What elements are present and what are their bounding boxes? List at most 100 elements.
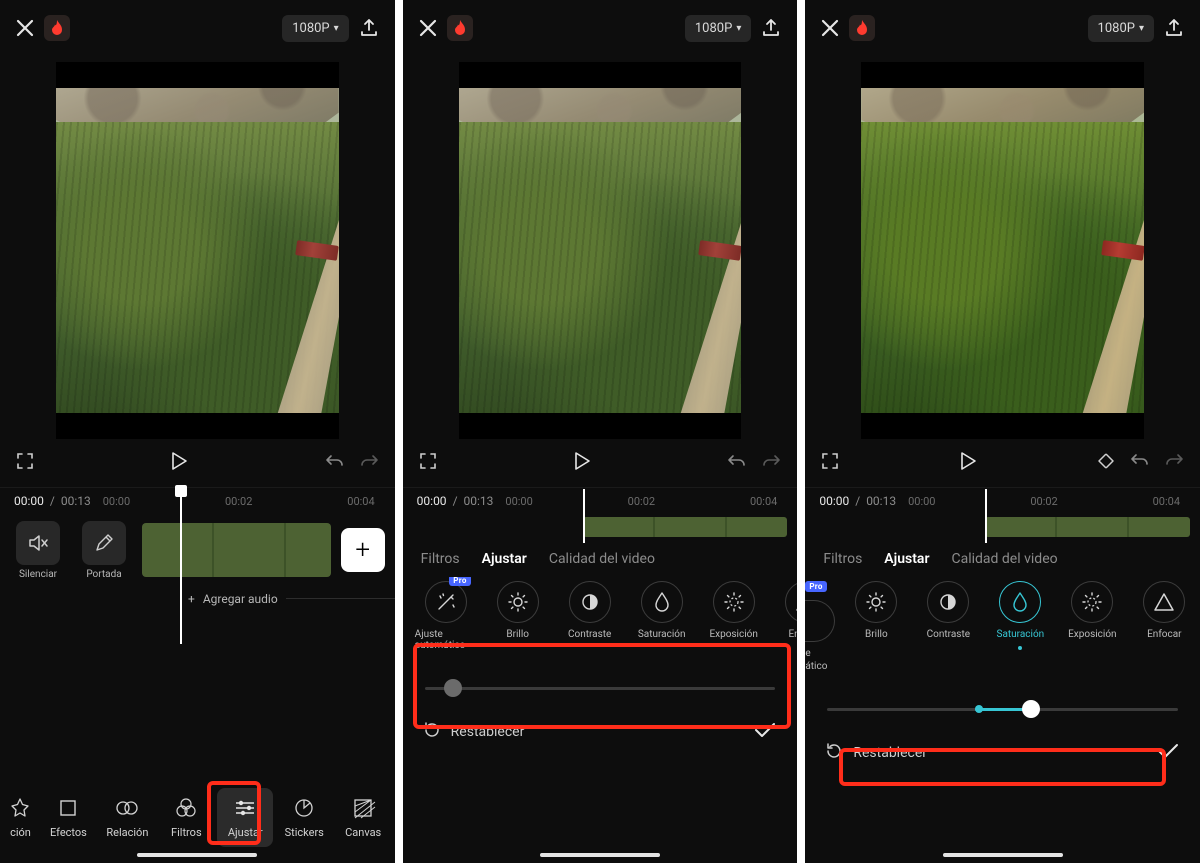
export-button[interactable] (761, 18, 781, 38)
mini-clip-strip[interactable] (985, 517, 1190, 537)
tab-ajustar[interactable]: Ajustar (482, 551, 527, 567)
resolution-dropdown[interactable]: 1080P▾ (685, 15, 751, 42)
play-button[interactable] (171, 452, 187, 474)
close-button[interactable] (419, 19, 437, 37)
value-slider[interactable] (425, 679, 776, 697)
adjust-triangle[interactable]: Enfocar (775, 581, 798, 651)
reset-icon (825, 742, 843, 764)
add-audio-row[interactable]: + Agregar audio (0, 584, 395, 606)
tab-calidad[interactable]: Calidad del video (952, 551, 1058, 567)
tab-filtros[interactable]: Filtros (823, 551, 862, 567)
timeline-header: 00:00 / 00:13 00:00 00:02 00:04 (0, 487, 395, 515)
triangle-icon (785, 581, 798, 623)
redo-button[interactable] (761, 453, 781, 472)
adjust-contrast[interactable]: Contraste (917, 581, 979, 672)
playhead[interactable] (985, 489, 987, 543)
confirm-button[interactable] (753, 721, 777, 743)
star-icon (9, 796, 31, 820)
reset-label[interactable]: Restablecer (853, 745, 927, 761)
playhead[interactable] (180, 487, 182, 644)
resolution-dropdown[interactable]: 1080P ▾ (282, 15, 348, 42)
nav-stickers[interactable]: Stickers (276, 796, 332, 839)
cover-button[interactable]: Portada (76, 521, 132, 580)
triangle-icon (1143, 581, 1185, 623)
nav-filtros[interactable]: Filtros (158, 796, 214, 839)
mini-clip-strip[interactable] (583, 517, 788, 537)
reset-label[interactable]: Restablecer (451, 724, 525, 740)
fullscreen-button[interactable] (821, 452, 839, 474)
adjust-exposure[interactable]: Exposición (1061, 581, 1123, 672)
slider-area (403, 659, 798, 705)
tab-filtros[interactable]: Filtros (421, 551, 460, 567)
confirm-button[interactable] (1156, 742, 1180, 764)
player-controls (403, 439, 798, 487)
close-button[interactable] (821, 19, 839, 37)
undo-button[interactable] (325, 453, 345, 472)
promo-flame-icon[interactable] (44, 15, 70, 41)
screen-1: 1080P ▾ 00:00 / 00:13 (0, 0, 395, 863)
tick: 00:00 (103, 495, 130, 508)
nav-ajustar[interactable]: Ajustar (217, 788, 273, 847)
undo-button[interactable] (1130, 452, 1150, 474)
adjust-drop[interactable]: Saturación (631, 581, 693, 651)
tab-ajustar[interactable]: Ajustar (884, 551, 929, 567)
adjust-auto-partial[interactable]: Pro e ático (805, 581, 835, 672)
video-clip[interactable] (142, 523, 331, 577)
resolution-dropdown[interactable]: 1080P▾ (1088, 15, 1154, 42)
fullscreen-button[interactable] (16, 452, 34, 474)
timeline-header: 00:00 / 00:13 00:00 00:02 00:04 (805, 487, 1200, 515)
adjust-exposure[interactable]: Exposición (703, 581, 765, 651)
tab-calidad[interactable]: Calidad del video (549, 551, 655, 567)
square-icon (58, 796, 78, 820)
adjust-triangle[interactable]: Enfocar (1133, 581, 1195, 672)
undo-button[interactable] (727, 453, 747, 472)
adjust-drop[interactable]: Saturación (989, 581, 1051, 672)
sliders-icon (234, 796, 256, 820)
adjust-contrast[interactable]: Contraste (559, 581, 621, 651)
close-button[interactable] (16, 19, 34, 37)
drop-icon (999, 581, 1041, 623)
plus-icon: + (188, 592, 195, 606)
time-current: 00:00 (14, 494, 44, 508)
pencil-icon (82, 521, 126, 565)
overlap-icon (115, 796, 139, 820)
timeline-tracks[interactable]: Silenciar Portada + (0, 515, 395, 584)
value-slider[interactable] (827, 700, 1178, 718)
mute-label: Silenciar (19, 569, 57, 580)
fullscreen-button[interactable] (419, 452, 437, 474)
export-button[interactable] (359, 18, 379, 38)
nav-efectos[interactable]: Efectos (40, 796, 96, 839)
redo-button[interactable] (1164, 452, 1184, 474)
play-button[interactable] (574, 455, 590, 474)
preview-frame[interactable] (861, 62, 1144, 439)
home-indicator (943, 853, 1063, 857)
adjust-sun[interactable]: Brillo (845, 581, 907, 672)
play-button[interactable] (960, 455, 976, 474)
preview-frame[interactable] (56, 62, 339, 439)
mute-button[interactable]: Silenciar (10, 521, 66, 580)
exposure-icon (713, 581, 755, 623)
export-button[interactable] (1164, 18, 1184, 38)
top-bar: 1080P▾ (805, 0, 1200, 56)
nav-animacion[interactable]: ción (3, 796, 37, 839)
add-clip-button[interactable]: + (341, 528, 385, 572)
preview-frame[interactable] (459, 62, 742, 439)
nav-canvas[interactable]: Canvas (335, 796, 391, 839)
screen-2: 1080P▾ 00:00 / 00:13 00:00 00:02 00:04 F… (403, 0, 798, 863)
selected-dot (1018, 646, 1022, 650)
caret-down-icon: ▾ (334, 23, 339, 34)
video-preview (403, 56, 798, 439)
adjust-wand[interactable]: ProAjuste automático (415, 581, 477, 651)
nav-relacion[interactable]: Relación (99, 796, 155, 839)
promo-flame-icon[interactable] (447, 15, 473, 41)
top-bar: 1080P ▾ (0, 0, 395, 56)
video-preview (805, 56, 1200, 439)
drop-icon (641, 581, 683, 623)
promo-flame-icon[interactable] (849, 15, 875, 41)
compare-button[interactable] (1096, 452, 1116, 474)
redo-button[interactable] (359, 453, 379, 472)
three-circles-icon (175, 796, 197, 820)
playhead[interactable] (583, 489, 585, 543)
adjust-sun[interactable]: Brillo (487, 581, 549, 651)
tick: 00:04 (347, 495, 374, 508)
